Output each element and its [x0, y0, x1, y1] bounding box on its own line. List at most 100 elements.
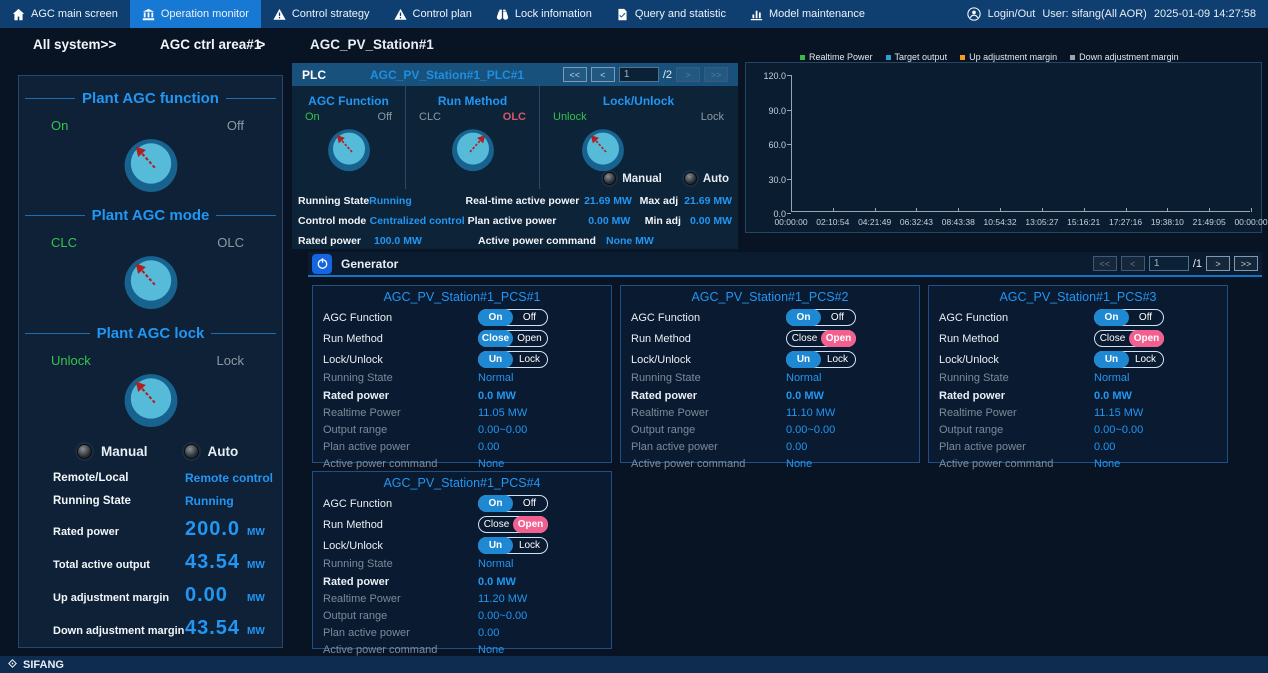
- card-title[interactable]: AGC_PV_Station#1_PCS#2: [621, 290, 919, 304]
- x-axis-line: [791, 211, 1250, 212]
- plant-agc-mode-knob[interactable]: [19, 252, 282, 310]
- plc-lock-unlock-knob[interactable]: [580, 126, 626, 172]
- plan-active-power-row: Plan active power0.00: [313, 439, 611, 454]
- pager-first-button[interactable]: <<: [1093, 256, 1117, 271]
- manual-radio[interactable]: [603, 172, 616, 185]
- output-range-row: Output range0.00~0.00: [313, 608, 611, 623]
- card-title[interactable]: AGC_PV_Station#1_PCS#3: [929, 290, 1227, 304]
- info-label: Remote/Local: [53, 472, 185, 484]
- run-method-toggle[interactable]: CloseOpen: [478, 330, 548, 347]
- pager-first-button[interactable]: <<: [563, 67, 587, 82]
- auto-radio[interactable]: [684, 172, 697, 185]
- plc-stat-label: Real-time active power: [466, 195, 585, 207]
- toggle-option-open[interactable]: Open: [512, 331, 547, 346]
- plant-agc-function-knob[interactable]: [19, 135, 282, 193]
- auto-radio[interactable]: [184, 444, 199, 459]
- plc-stat-value: 0.00 MW: [690, 215, 732, 227]
- pager-last-button[interactable]: >>: [704, 67, 728, 82]
- plc-stat-row: Running StateRunningReal-time active pow…: [298, 191, 732, 211]
- toggle-option-close[interactable]: Close: [1095, 331, 1130, 346]
- x-tick-label: 00:00:00: [774, 217, 807, 227]
- pager-page-input[interactable]: [1149, 256, 1189, 271]
- plan-active-power-label: Plan active power: [939, 441, 1094, 453]
- toggle-option-lock[interactable]: Lock: [512, 538, 547, 553]
- pager-page-input[interactable]: [619, 67, 659, 82]
- stat-label: Rated power: [53, 526, 185, 541]
- toggle-option-open[interactable]: Open: [1129, 330, 1164, 347]
- plc-run-method-knob[interactable]: [450, 126, 496, 172]
- warning-icon: [394, 8, 407, 21]
- agc-function-toggle[interactable]: OnOff: [478, 495, 548, 512]
- breadcrumb-agc-ctrl-area[interactable]: AGC ctrl area#1>: [160, 37, 265, 52]
- agc-function-toggle[interactable]: OnOff: [478, 309, 548, 326]
- nav-item-model-maintenance[interactable]: Model maintenance: [738, 0, 877, 28]
- plc-device-name[interactable]: AGC_PV_Station#1_PLC#1: [370, 68, 524, 82]
- agc-function-toggle[interactable]: OnOff: [1094, 309, 1164, 326]
- plc-group-lock-unlock: Lock/UnlockUnlockLockManualAuto: [540, 86, 737, 189]
- pager-last-button[interactable]: >>: [1234, 256, 1258, 271]
- card-title[interactable]: AGC_PV_Station#1_PCS#4: [313, 476, 611, 490]
- manual-radio[interactable]: [77, 444, 92, 459]
- login-out-link[interactable]: Login/Out: [988, 8, 1036, 20]
- run-method-row: Run MethodCloseOpen: [929, 331, 1227, 346]
- plc-stat-label: Active power command: [478, 235, 606, 247]
- agc-function-toggle[interactable]: OnOff: [786, 309, 856, 326]
- plant-stat-row-total-active-output: Total active output43.54MW: [19, 551, 282, 574]
- toggle-option-off[interactable]: Off: [1128, 310, 1163, 325]
- card-title[interactable]: AGC_PV_Station#1_PCS#1: [313, 290, 611, 304]
- toggle-option-lock[interactable]: Lock: [512, 352, 547, 367]
- rated-power-value: 0.0 MW: [478, 390, 516, 402]
- toggle-option-on[interactable]: On: [478, 309, 513, 326]
- footer-bar: SIFANG: [0, 656, 1268, 673]
- toggle-option-off[interactable]: Off: [512, 310, 547, 325]
- plc-stat-value: None MW: [606, 235, 666, 247]
- toggle-option-off[interactable]: Off: [820, 310, 855, 325]
- pager-prev-button[interactable]: <: [1121, 256, 1145, 271]
- breadcrumb-all-system[interactable]: All system>>: [33, 37, 116, 52]
- nav-item-control-strategy[interactable]: Control strategy: [261, 0, 382, 28]
- toggle-option-on[interactable]: On: [1094, 309, 1129, 326]
- nav-item-query-and-statistic[interactable]: Query and statistic: [604, 0, 738, 28]
- info-value: Remote control: [185, 471, 273, 485]
- toggle-option-un[interactable]: Un: [478, 537, 513, 554]
- toggle-option-on[interactable]: On: [786, 309, 821, 326]
- toggle-option-un[interactable]: Un: [1094, 351, 1129, 368]
- pager-next-button[interactable]: >: [676, 67, 700, 82]
- x-tick-mark: [791, 208, 792, 212]
- run-method-toggle[interactable]: CloseOpen: [1094, 330, 1164, 347]
- run-method-toggle[interactable]: CloseOpen: [786, 330, 856, 347]
- generator-card-agc-pv-station-1-pcs-3: AGC_PV_Station#1_PCS#3AGC FunctionOnOffR…: [928, 285, 1228, 463]
- lock-unlock-toggle[interactable]: UnLock: [1094, 351, 1164, 368]
- lock-unlock-toggle[interactable]: UnLock: [786, 351, 856, 368]
- nav-item-control-plan[interactable]: Control plan: [382, 0, 484, 28]
- lock-unlock-toggle[interactable]: UnLock: [478, 537, 548, 554]
- pager-next-button[interactable]: >: [1206, 256, 1230, 271]
- toggle-option-un[interactable]: Un: [478, 351, 513, 368]
- toggle-option-lock[interactable]: Lock: [820, 352, 855, 367]
- toggle-option-off[interactable]: Off: [512, 496, 547, 511]
- rated-power-label: Rated power: [323, 576, 478, 588]
- toggle-option-close[interactable]: Close: [479, 517, 514, 532]
- breadcrumb-area-label: AGC ctrl area#1: [160, 37, 261, 52]
- toggle-option-un[interactable]: Un: [786, 351, 821, 368]
- toggle-option-open[interactable]: Open: [821, 330, 856, 347]
- rated-power-row: Rated power0.0 MW: [621, 388, 919, 403]
- toggle-option-close[interactable]: Close: [478, 330, 513, 347]
- pager-prev-button[interactable]: <: [591, 67, 615, 82]
- plant-agc-lock-knob[interactable]: [19, 370, 282, 428]
- output-range-row: Output range0.00~0.00: [929, 422, 1227, 437]
- nav-item-operation-monitor[interactable]: Operation monitor: [130, 0, 261, 28]
- nav-item-agc-main-screen[interactable]: AGC main screen: [0, 0, 130, 28]
- toggle-option-on[interactable]: On: [478, 495, 513, 512]
- toggle-option-lock[interactable]: Lock: [1128, 352, 1163, 367]
- plan-active-power-value: 0.00: [1094, 441, 1115, 453]
- stat-label: Down adjustment margin: [53, 625, 185, 640]
- legend-swatch: [800, 55, 805, 60]
- run-method-toggle[interactable]: CloseOpen: [478, 516, 548, 533]
- active-power-command-label: Active power command: [323, 644, 478, 656]
- nav-item-lock-infomation[interactable]: Lock infomation: [484, 0, 604, 28]
- toggle-option-open[interactable]: Open: [513, 516, 548, 533]
- lock-unlock-toggle[interactable]: UnLock: [478, 351, 548, 368]
- toggle-option-close[interactable]: Close: [787, 331, 822, 346]
- plc-agc-function-knob[interactable]: [326, 126, 372, 172]
